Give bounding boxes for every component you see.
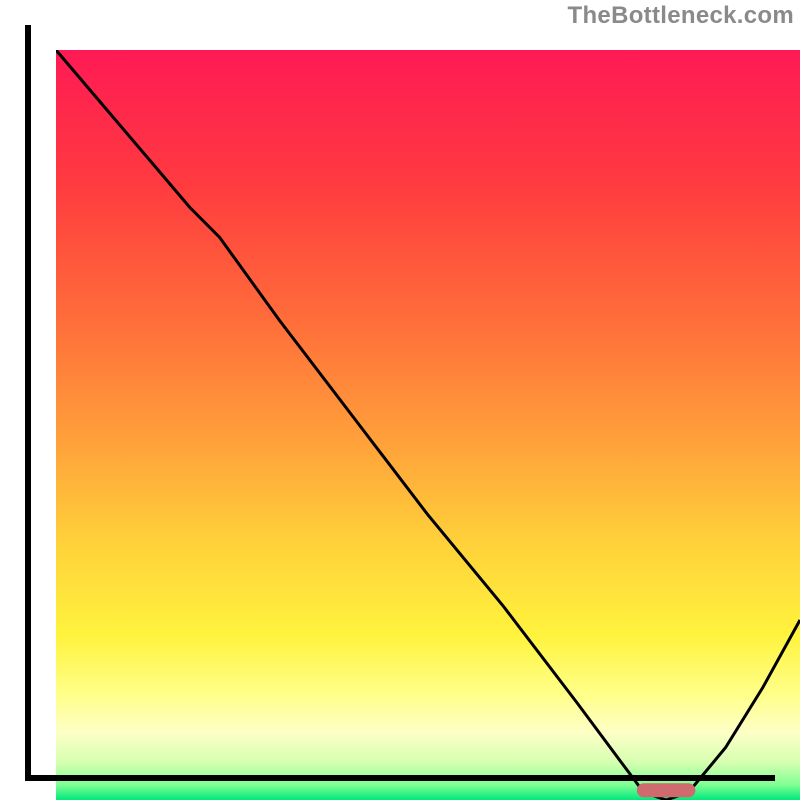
heat-gradient — [56, 50, 800, 800]
chart-stage: TheBottleneck.com — [0, 0, 800, 800]
watermark-text: TheBottleneck.com — [568, 2, 794, 30]
y-axis — [25, 25, 31, 775]
x-axis — [25, 775, 775, 781]
gradient-plot — [56, 50, 800, 800]
plot-area — [25, 25, 775, 775]
